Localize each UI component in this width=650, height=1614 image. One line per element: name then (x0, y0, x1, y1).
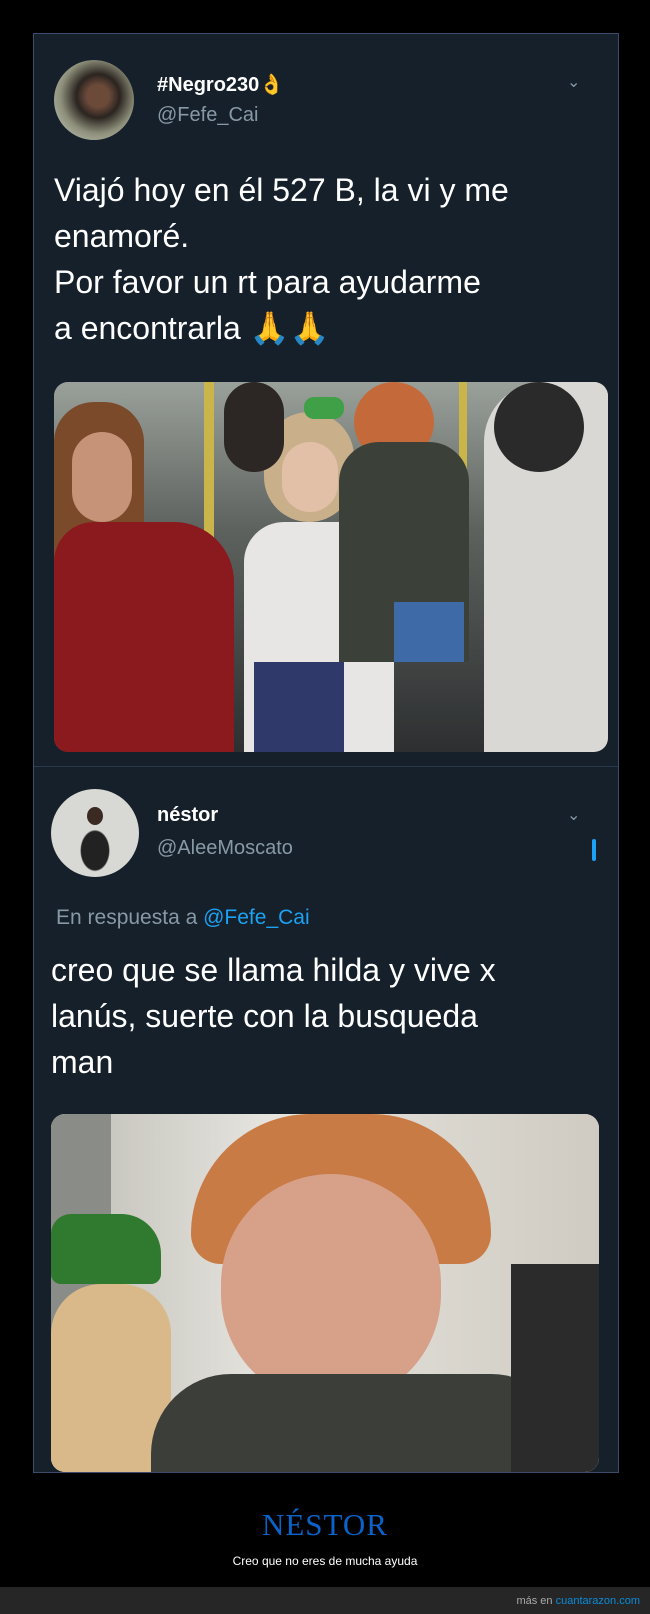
user-handle[interactable]: @AleeMoscato (157, 837, 293, 860)
site-link[interactable]: cuantarazon.com (556, 1595, 640, 1607)
tweet-original[interactable]: #Negro230👌 @Fefe_Cai ⌄ Viajó hoy en él 5… (34, 34, 618, 767)
tweet-text: Viajó hoy en él 527 B, la vi y me enamor… (54, 172, 509, 346)
footer-credit: más en cuantarazon.com (516, 1595, 640, 1607)
tweet-photo[interactable] (54, 382, 608, 752)
chevron-down-icon[interactable]: ⌄ (567, 805, 580, 825)
footer-prefix: más en (516, 1595, 553, 1607)
reply-prefix: En respuesta a (56, 906, 198, 929)
display-name-text: #Negro230 (157, 74, 260, 96)
chevron-down-icon[interactable]: ⌄ (567, 72, 580, 92)
tweet-text: creo que se llama hilda y vive x lanús, … (51, 952, 496, 1080)
avatar[interactable] (51, 789, 139, 877)
screenshot-frame: #Negro230👌 @Fefe_Cai ⌄ Viajó hoy en él 5… (33, 33, 619, 1473)
reply-context: En respuesta a @Fefe_Cai (56, 906, 310, 930)
scrollbar[interactable] (592, 839, 596, 861)
reply-mention-link[interactable]: @Fefe_Cai (203, 906, 310, 929)
tweet-reply[interactable]: néstor @AleeMoscato ⌄ En respuesta a @Fe… (34, 767, 618, 1472)
site-footer: más en cuantarazon.com (0, 1587, 650, 1614)
display-name[interactable]: #Negro230👌 (157, 72, 284, 97)
tweet-photo[interactable] (51, 1114, 599, 1472)
caption-title: NÉSTOR (261, 1507, 388, 1542)
caption-subtitle: Creo que no eres de mucha ayuda (232, 1554, 418, 1568)
ok-hand-emoji: 👌 (259, 74, 285, 96)
user-handle[interactable]: @Fefe_Cai (157, 104, 258, 127)
avatar[interactable] (54, 60, 134, 140)
display-name[interactable]: néstor (157, 804, 218, 827)
